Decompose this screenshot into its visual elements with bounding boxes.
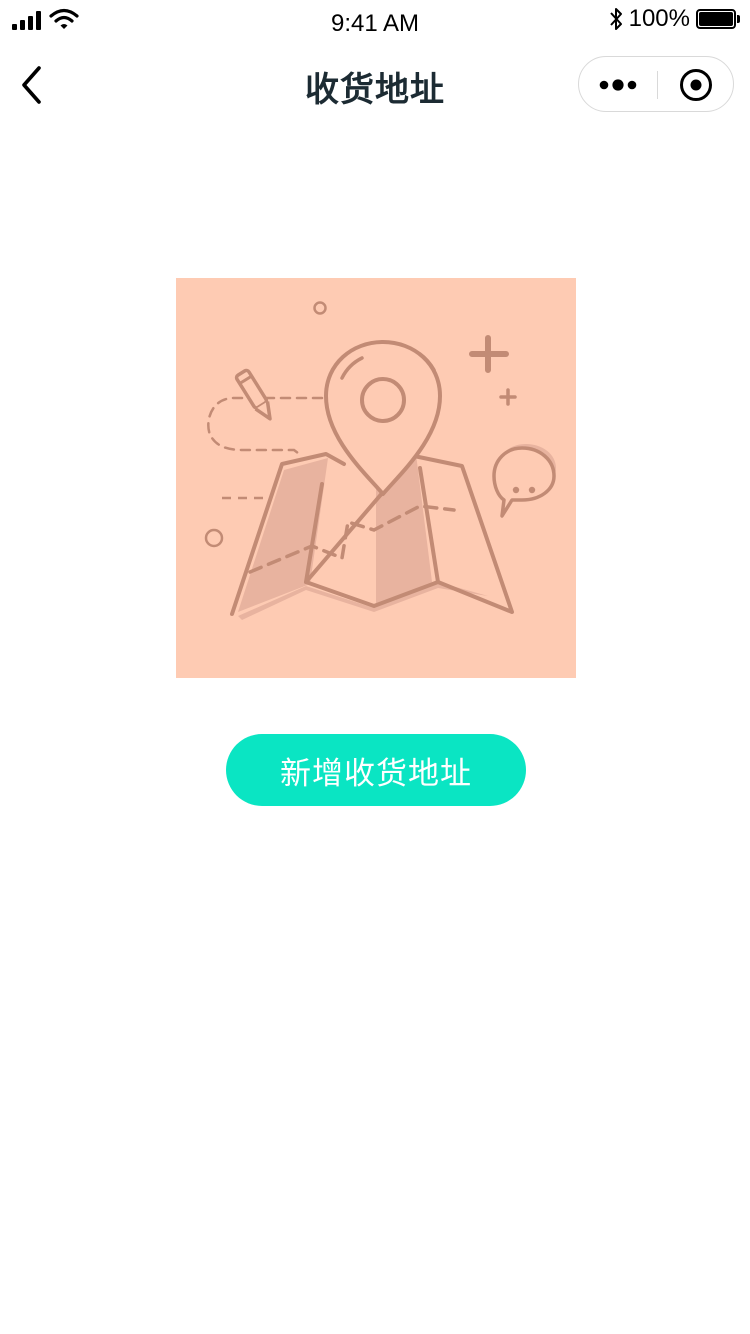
close-target-icon — [680, 69, 712, 101]
status-right: 100% — [609, 5, 740, 33]
nav-bar: 收货地址 — [0, 44, 750, 130]
map-location-pin-illustration — [204, 301, 556, 620]
more-dots-icon — [599, 79, 637, 91]
empty-address-illustration — [176, 278, 576, 678]
close-button[interactable] — [658, 57, 734, 113]
battery-percent: 100% — [628, 5, 690, 32]
add-address-label: 新增收货地址 — [280, 755, 472, 792]
add-address-button[interactable]: 新增收货地址 — [226, 734, 526, 806]
status-bar: 9:41 AM 100% — [0, 0, 750, 44]
more-button[interactable] — [579, 57, 657, 113]
bluetooth-icon — [609, 8, 622, 30]
mini-program-capsule — [578, 56, 734, 112]
battery-icon — [696, 9, 740, 29]
